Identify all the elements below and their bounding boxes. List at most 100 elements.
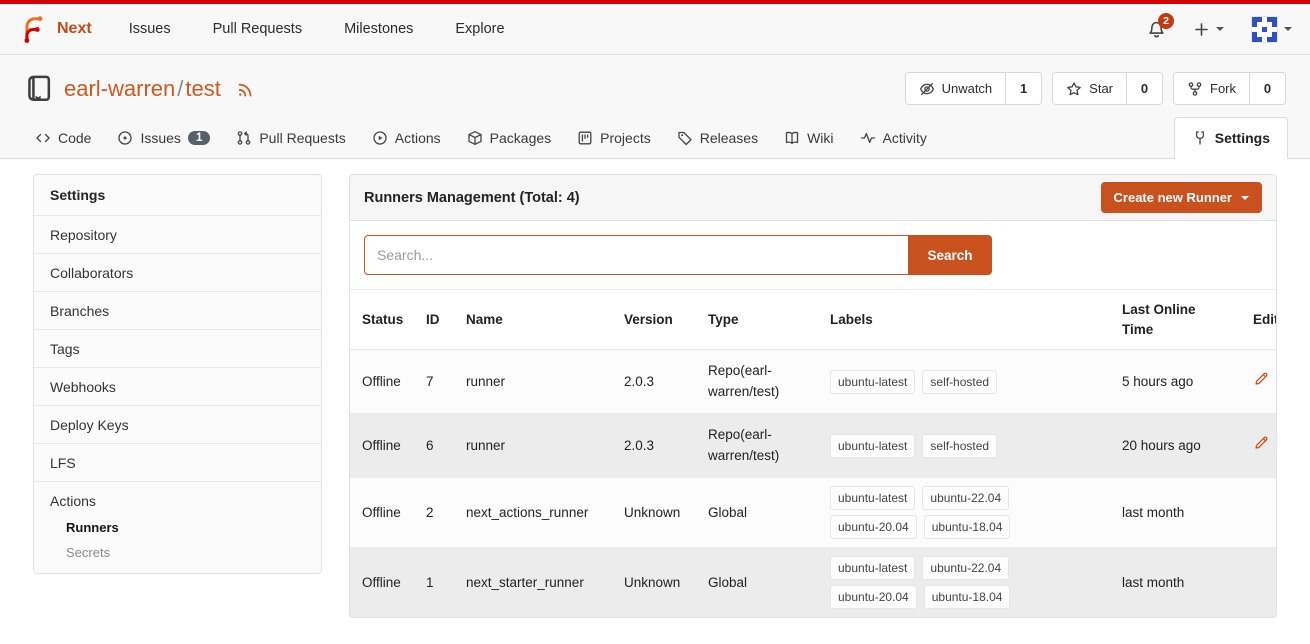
runner-name: runner xyxy=(454,414,612,478)
sidebar-item-collaborators[interactable]: Collaborators xyxy=(34,254,321,292)
repo-action-count[interactable]: 0 xyxy=(1249,73,1285,104)
fork-icon xyxy=(1187,81,1203,97)
sidebar-sub-item-runners[interactable]: Runners xyxy=(66,520,305,535)
tab-projects[interactable]: Projects xyxy=(564,118,664,158)
tab-issues[interactable]: Issues 1 xyxy=(104,118,223,158)
repo-action-button[interactable]: Fork xyxy=(1174,73,1249,104)
repo-separator: / xyxy=(177,76,183,101)
tag-icon xyxy=(677,130,693,146)
search-input[interactable] xyxy=(364,235,909,275)
tab-actions[interactable]: Actions xyxy=(359,118,454,158)
runner-status: Offline xyxy=(350,350,414,414)
runner-last-online: 5 hours ago xyxy=(1110,350,1241,414)
repo-owner-link[interactable]: earl-warren xyxy=(64,76,175,101)
pulse-icon xyxy=(860,130,876,146)
tab-wiki[interactable]: Wiki xyxy=(771,118,846,158)
sidebar-title: Settings xyxy=(34,175,321,216)
column-header: Labels xyxy=(818,290,1110,350)
runner-search-row: Search xyxy=(350,221,1276,290)
repo-action-count[interactable]: 0 xyxy=(1126,73,1162,104)
rss-feed-icon[interactable] xyxy=(236,79,255,98)
edit-runner-button[interactable] xyxy=(1253,435,1269,451)
user-menu-dropdown[interactable] xyxy=(1251,16,1292,43)
runner-edit-cell xyxy=(1241,478,1277,548)
sidebar-item-repository[interactable]: Repository xyxy=(34,216,321,254)
runners-table: StatusIDNameVersionTypeLabelsLast Online… xyxy=(350,290,1277,617)
eye-slash-icon xyxy=(919,81,935,97)
package-icon xyxy=(467,130,483,146)
runner-label-chip: ubuntu-latest xyxy=(830,434,915,458)
panel-title: Runners Management (Total: 4) xyxy=(364,190,580,206)
repository-icon xyxy=(24,74,53,103)
runner-name: next_actions_runner xyxy=(454,478,612,548)
repo-action-button[interactable]: Unwatch xyxy=(906,73,1006,104)
column-header: Type xyxy=(696,290,818,350)
issue-icon xyxy=(117,130,133,146)
tab-releases[interactable]: Releases xyxy=(664,118,771,158)
runner-type: Global xyxy=(696,478,818,548)
topnav-item[interactable]: Pull Requests xyxy=(192,21,323,37)
sidebar-items: Repository Collaborators Branches Tags W… xyxy=(34,216,321,482)
runner-label-chip: ubuntu-18.04 xyxy=(924,515,1011,539)
column-header: Name xyxy=(454,290,612,350)
runner-label-chip: ubuntu-22.04 xyxy=(922,556,1009,580)
runner-version: 2.0.3 xyxy=(612,414,696,478)
runner-name: next_starter_runner xyxy=(454,548,612,618)
runner-last-online: last month xyxy=(1110,548,1241,618)
topnav-item[interactable]: Issues xyxy=(108,21,192,37)
repo-name-link[interactable]: test xyxy=(185,76,220,101)
runner-last-online: 20 hours ago xyxy=(1110,414,1241,478)
sidebar-actions-group: Actions Runners Secrets xyxy=(34,482,321,573)
tab-settings[interactable]: Settings xyxy=(1174,117,1288,159)
runner-id: 6 xyxy=(414,414,454,478)
runner-label-chip: ubuntu-latest xyxy=(830,556,915,580)
sidebar-sub-item-secrets[interactable]: Secrets xyxy=(66,545,305,560)
sidebar-item-lfs[interactable]: LFS xyxy=(34,444,321,482)
runner-label-chip: ubuntu-latest xyxy=(830,486,915,510)
runner-edit-cell xyxy=(1241,350,1277,414)
runner-type: Global xyxy=(696,548,818,618)
column-header: Status xyxy=(350,290,414,350)
runner-name: runner xyxy=(454,350,612,414)
navbar-right: 2 xyxy=(1147,16,1292,43)
topnav-item[interactable]: Milestones xyxy=(323,21,434,37)
sidebar-item-tags[interactable]: Tags xyxy=(34,330,321,368)
notifications-button[interactable]: 2 xyxy=(1147,20,1166,39)
tab-pull-requests[interactable]: Pull Requests xyxy=(223,118,358,158)
repo-actions: Unwatch 1 Star 0 Fork 0 xyxy=(905,72,1286,105)
forgejo-logo-icon xyxy=(18,14,48,44)
code-icon xyxy=(35,130,51,146)
home-link[interactable]: Next xyxy=(18,14,92,44)
create-new-dropdown[interactable] xyxy=(1193,21,1224,38)
tab-packages[interactable]: Packages xyxy=(454,118,564,158)
runner-edit-cell xyxy=(1241,414,1277,478)
edit-runner-button[interactable] xyxy=(1253,371,1269,387)
runner-edit-cell xyxy=(1241,548,1277,618)
create-new-runner-button[interactable]: Create new Runner xyxy=(1101,182,1262,213)
notification-count-badge: 2 xyxy=(1158,13,1174,29)
tab-activity[interactable]: Activity xyxy=(847,118,940,158)
runners-panel: Runners Management (Total: 4) Create new… xyxy=(349,174,1277,618)
repo-action-button[interactable]: Star xyxy=(1053,73,1126,104)
create-new-runner-label: Create new Runner xyxy=(1114,190,1232,205)
runner-label-chip: ubuntu-22.04 xyxy=(922,486,1009,510)
sidebar-item-branches[interactable]: Branches xyxy=(34,292,321,330)
plus-icon xyxy=(1193,21,1210,38)
column-header: Version xyxy=(612,290,696,350)
runner-status: Offline xyxy=(350,548,414,618)
search-button[interactable]: Search xyxy=(908,235,992,275)
runner-label-chip: self-hosted xyxy=(922,370,997,394)
repo-action-group: Star 0 xyxy=(1052,72,1163,105)
sidebar-item-actions[interactable]: Actions xyxy=(50,493,305,509)
star-icon xyxy=(1066,81,1082,97)
repo-action-count[interactable]: 1 xyxy=(1005,73,1041,104)
sidebar-item-webhooks[interactable]: Webhooks xyxy=(34,368,321,406)
table-row: Offline 6 runner 2.0.3 Repo(earl-warren/… xyxy=(350,414,1277,478)
topnav-item[interactable]: Explore xyxy=(434,21,525,37)
column-header: ID xyxy=(414,290,454,350)
tab-code[interactable]: Code xyxy=(22,118,104,158)
runner-labels: ubuntu-latestubuntu-22.04ubuntu-20.04ubu… xyxy=(818,548,1110,618)
table-header-row: StatusIDNameVersionTypeLabelsLast Online… xyxy=(350,290,1277,350)
book-icon xyxy=(784,130,800,146)
sidebar-item-deploy-keys[interactable]: Deploy Keys xyxy=(34,406,321,444)
